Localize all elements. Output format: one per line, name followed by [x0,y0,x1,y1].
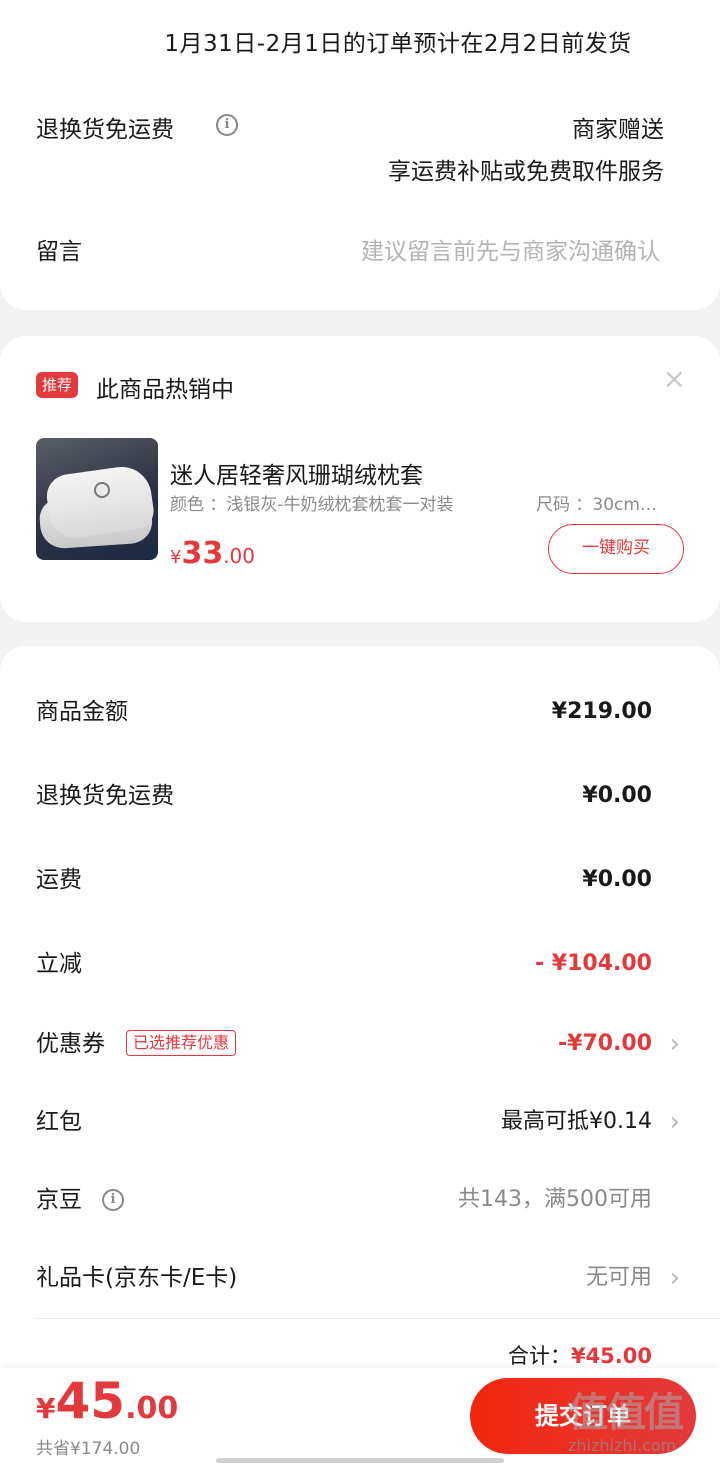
payable-integer: 45 [55,1372,126,1430]
watermark-url: zhizhizhi.com [568,1436,677,1455]
payable-symbol: ¥ [36,1392,56,1425]
recommend-tag: 推荐 [36,372,79,398]
total-saved: 共省¥174.00 [36,1439,141,1459]
return-shipping-detail: 享运费补贴或免费取件服务 [388,159,664,185]
gift-card-row[interactable]: 礼品卡(京东卡/E卡) 无可用 › [0,1258,720,1298]
coupon-tag: 已选推荐优惠 [126,1030,237,1056]
product-name[interactable]: 迷人居轻奢风珊瑚绒枕套 [170,456,423,490]
price-symbol: ¥ [170,547,182,568]
freight-label: 运费 [36,867,82,893]
one-click-buy-button[interactable]: 一键购买 [548,524,684,574]
goods-amount-row: 商品金额 ¥219.00 [0,692,720,732]
goods-amount-value: ¥219.00 [551,699,652,724]
recommend-title: 此商品热销中 [96,377,234,403]
return-shipping-label: 退换货免运费 [36,117,174,143]
close-icon[interactable]: × [663,364,686,394]
home-indicator [216,1458,504,1463]
shipping-note: 1月31日-2月1日的订单预计在2月2日前发货 [164,31,632,57]
total-line: 合计：¥45.00 [508,1340,652,1370]
watermark-logo: 值值值 [568,1390,684,1436]
info-icon[interactable]: i [102,1189,124,1211]
freight-value: ¥0.00 [582,867,652,892]
goods-amount-label: 商品金额 [36,699,128,725]
coupon-row[interactable]: 优惠券 已选推荐优惠 -¥70.00 › [0,1024,720,1064]
chevron-right-icon[interactable]: › [670,1024,680,1064]
payable-decimal: .00 [125,1391,179,1426]
chevron-right-icon[interactable]: › [670,1102,680,1142]
gift-card-value: 无可用 [585,1265,652,1290]
watermark: 值值值 zhizhizhi.com [568,1380,718,1460]
delivery-card: 1月31日-2月1日的订单预计在2月2日前发货 退换货免运费 i 商家赠送 享运… [0,0,720,310]
divider [36,1318,720,1319]
pillow-logo-icon [94,482,110,498]
red-packet-label: 红包 [36,1109,82,1135]
product-spec: 颜色 ：浅银灰-牛奶绒枕套枕套一对装 尺码 ：30cm… [170,490,680,515]
jd-beans-row: 京豆 i 共143，满500可用 [0,1180,720,1220]
return-fee-value: ¥0.00 [582,783,652,808]
price-summary-card: 商品金额 ¥219.00 退换货免运费 ¥0.00 运费 ¥0.00 立减 - … [0,646,720,1406]
jd-beans-label: 京豆 [36,1187,82,1213]
price-integer: 33 [181,536,224,571]
discount-value: - ¥104.00 [535,951,652,976]
return-fee-label: 退换货免运费 [36,783,174,809]
discount-label: 立减 [36,951,82,977]
product-spec-color: 颜色 ：浅银灰-牛奶绒枕套枕套一对装 [170,495,454,515]
red-packet-value: 最高可抵¥0.14 [501,1109,652,1134]
payable-price: ¥45.00 [36,1372,178,1430]
product-image[interactable] [36,438,158,560]
product-price: ¥33.00 [170,536,255,571]
jd-beans-value: 共143，满500可用 [458,1187,652,1212]
chevron-right-icon[interactable]: › [670,1258,680,1298]
return-fee-row: 退换货免运费 ¥0.00 [0,776,720,816]
total-value: ¥45.00 [570,1344,652,1368]
message-input[interactable]: 建议留言前先与商家沟通确认 [361,232,660,266]
coupon-label: 优惠券 [36,1031,105,1057]
info-icon[interactable]: i [216,114,238,136]
gift-card-label: 礼品卡(京东卡/E卡) [36,1265,238,1291]
checkout-page: 1月31日-2月1日的订单预计在2月2日前发货 退换货免运费 i 商家赠送 享运… [0,0,720,1464]
total-label: 合计： [507,1344,571,1368]
red-packet-row[interactable]: 红包 最高可抵¥0.14 › [0,1102,720,1142]
coupon-value: -¥70.00 [557,1031,652,1056]
price-decimal: .00 [223,544,256,568]
freight-row: 运费 ¥0.00 [0,860,720,900]
message-label: 留言 [36,239,82,265]
discount-row: 立减 - ¥104.00 [0,944,720,984]
return-shipping-value: 商家赠送 [572,117,664,143]
recommend-card: 推荐 此商品热销中 × 迷人居轻奢风珊瑚绒枕套 颜色 ：浅银灰-牛奶绒枕套枕套一… [0,336,720,622]
product-spec-size: 尺码 ：30cm… [536,495,657,515]
